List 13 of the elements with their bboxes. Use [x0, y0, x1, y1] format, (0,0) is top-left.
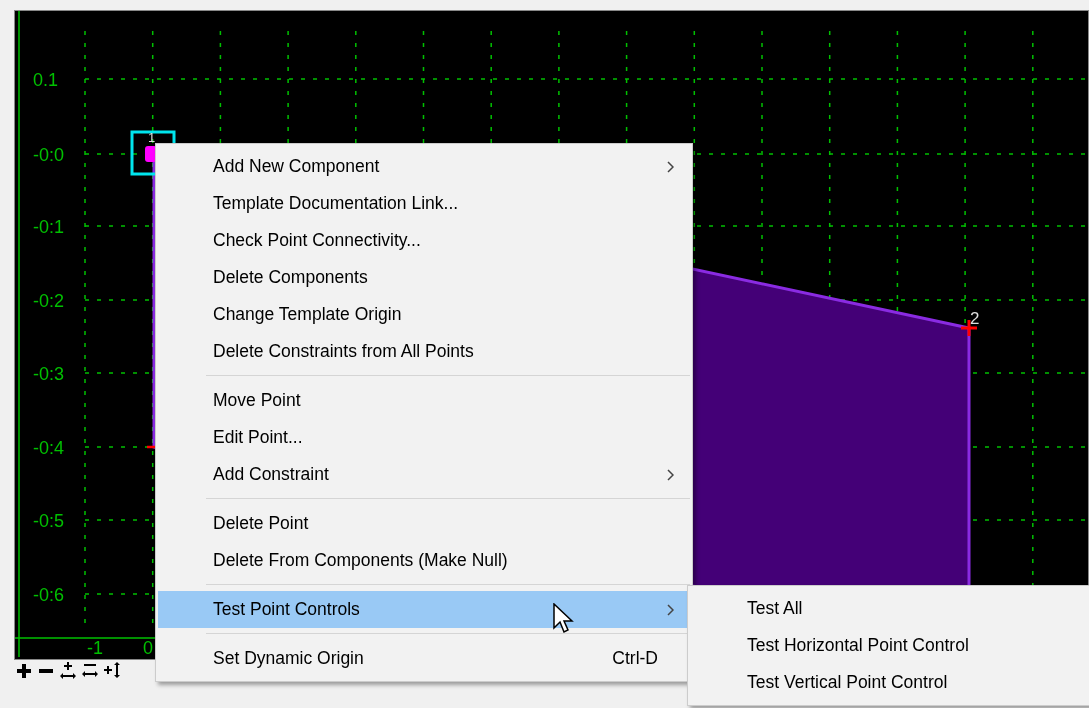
x-axis-label: 0 — [143, 638, 153, 657]
y-axis-label: 0.1 — [33, 70, 59, 90]
point-label: 1 — [148, 130, 156, 145]
point-label: 2 — [970, 309, 980, 328]
y-axis-label: -0:4 — [33, 438, 65, 458]
y-axis-label: -0:0 — [33, 145, 65, 165]
y-axis-label: -0:3 — [33, 364, 65, 384]
y-axis-label: -0:5 — [33, 511, 65, 531]
y-axis-label: -0:1 — [33, 217, 65, 237]
x-axis-label: -1 — [87, 638, 103, 657]
y-axis-label: -0:2 — [33, 291, 65, 311]
y-axis-label: -0:6 — [33, 585, 65, 605]
shortcut-text: Ctrl-D — [612, 648, 658, 669]
